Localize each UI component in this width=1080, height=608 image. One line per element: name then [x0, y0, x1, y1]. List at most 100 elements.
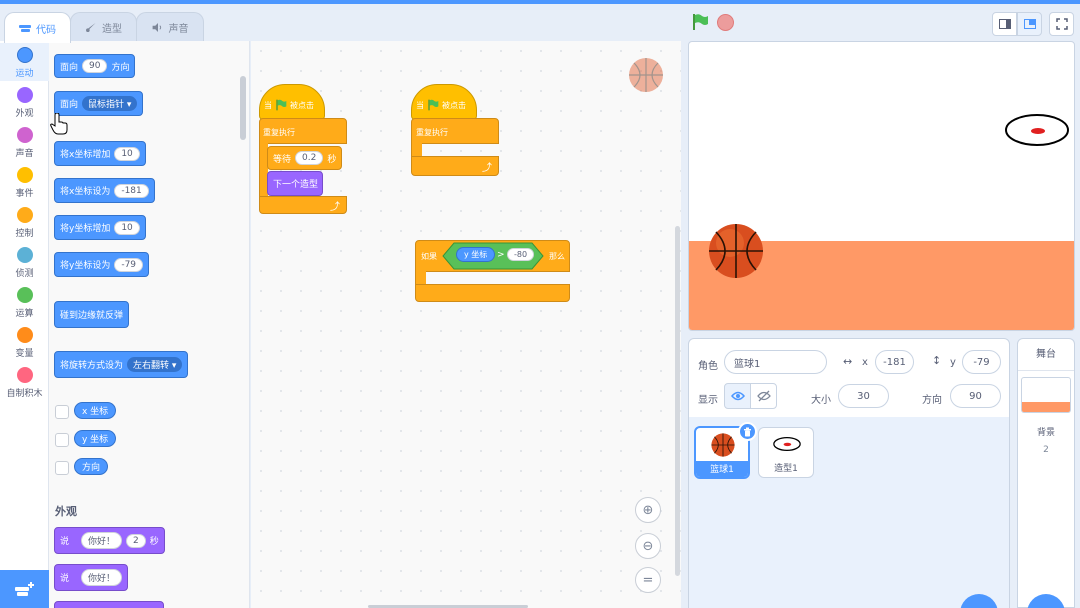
stage[interactable] — [688, 41, 1075, 331]
reporter-x-position[interactable]: x 坐标 — [74, 402, 117, 419]
small-stage-button[interactable] — [992, 12, 1017, 36]
backdrop-label: 背景 — [1036, 428, 1055, 438]
block-text: 当 — [264, 100, 272, 110]
block-input[interactable]: -181 — [114, 183, 149, 198]
category-label: 控制 — [15, 229, 34, 239]
workspace-vertical-scrollbar[interactable] — [675, 226, 680, 576]
block-change-y[interactable]: 将y坐标增加 10 — [54, 215, 146, 240]
basketball-thumbnail — [711, 433, 735, 457]
category-label: 外观 — [15, 109, 34, 119]
block-set-y[interactable]: 将y坐标设为 -79 — [54, 252, 150, 277]
block-dropdown[interactable]: 鼠标指针 ▾ — [82, 96, 138, 111]
tab-code[interactable]: 代码 — [4, 12, 71, 43]
category-control[interactable]: 控制 — [0, 207, 49, 239]
block-dropdown[interactable]: 左右翻转 ▾ — [127, 357, 183, 372]
sprite-tile-costume[interactable]: 造型1 — [758, 427, 814, 478]
block-input[interactable]: 你好！ — [81, 532, 123, 549]
small-stage-icon — [998, 19, 1011, 29]
category-dot-icon — [16, 127, 33, 143]
checkbox-direction[interactable] — [55, 461, 69, 475]
block-text: 当 — [416, 100, 424, 110]
y-position-field[interactable]: -79 — [962, 350, 1001, 374]
checkbox-y-position[interactable] — [55, 433, 69, 447]
vertical-arrows-icon: ↕ — [932, 354, 942, 367]
hat-block-flag-2[interactable]: 当 被点击 — [411, 84, 477, 120]
category-motion[interactable]: 运动 — [0, 43, 49, 81]
block-text: 将x坐标设为 — [60, 187, 111, 197]
block-input[interactable]: 你好！ — [81, 569, 123, 586]
category-sound[interactable]: 声音 — [0, 126, 49, 159]
category-sensing[interactable]: 侦测 — [0, 247, 49, 279]
block-input[interactable]: 2 — [126, 533, 146, 548]
category-dot-icon — [16, 247, 33, 263]
green-flag-button[interactable] — [691, 13, 709, 31]
checkbox-x-position[interactable] — [55, 405, 69, 419]
looks-section-heading: 外观 — [55, 505, 77, 518]
block-point-in-direction[interactable]: 面向 90 方向 — [54, 54, 136, 78]
category-looks[interactable]: 外观 — [0, 85, 49, 119]
zoom-reset-button[interactable]: = — [635, 567, 661, 593]
zoom-in-button[interactable]: ⊕ — [635, 497, 661, 523]
block-wait[interactable]: 等待 0.2 秒 — [267, 146, 343, 170]
backdrop-thumbnail[interactable] — [1021, 377, 1071, 413]
reporter-y-position-in-condition[interactable]: y 坐标 — [456, 247, 496, 262]
forever-foot-2: ⤴ — [411, 156, 499, 176]
block-input[interactable]: 10 — [114, 220, 140, 235]
block-text: 等待 — [273, 154, 292, 165]
block-set-x[interactable]: 将x坐标设为 -181 — [54, 178, 155, 203]
block-input[interactable]: 0.2 — [295, 151, 324, 165]
delete-sprite-button[interactable] — [738, 422, 757, 441]
show-visible-button[interactable] — [724, 383, 751, 409]
size-value: 30 — [857, 390, 870, 402]
block-set-rotation-style[interactable]: 将旋转方式设为 左右翻转 ▾ — [54, 351, 189, 378]
block-input[interactable]: -79 — [114, 257, 144, 272]
stop-button[interactable] — [717, 14, 734, 31]
condition-value-input[interactable]: -80 — [507, 248, 535, 261]
block-input[interactable]: 90 — [82, 59, 108, 73]
zoom-out-button[interactable]: ⊖ — [635, 533, 661, 559]
backdrop-thumbnail-ground — [1022, 402, 1070, 412]
category-my-blocks[interactable]: 自制积木 — [0, 367, 49, 399]
block-text: 碰到边缘就反弹 — [60, 311, 124, 321]
reporter-direction[interactable]: 方向 — [74, 458, 109, 475]
hat-block-flag[interactable]: 当 被点击 — [259, 84, 325, 120]
direction-value: 90 — [969, 390, 982, 402]
block-input[interactable]: 10 — [114, 146, 140, 161]
top-menu-strip — [0, 0, 1080, 4]
category-events[interactable]: 事件 — [0, 166, 49, 199]
add-extension-button[interactable] — [0, 570, 49, 608]
tab-sounds[interactable]: 声音 — [136, 12, 204, 42]
block-change-x[interactable]: 将x坐标增加 10 — [54, 141, 146, 166]
normal-stage-button[interactable] — [1017, 12, 1042, 36]
block-text: 秒 — [327, 154, 337, 165]
block-bounce-on-edge[interactable]: 碰到边缘就反弹 — [54, 301, 130, 328]
x-position-value: -181 — [883, 356, 906, 368]
tab-costumes-label: 造型 — [102, 24, 122, 35]
horizontal-arrows-icon: ↔ — [843, 355, 853, 368]
x-position-field[interactable]: -181 — [875, 350, 914, 374]
forever-block-2[interactable]: 重复执行 — [411, 118, 499, 144]
show-hidden-button[interactable] — [750, 383, 777, 409]
speaker-icon — [152, 23, 161, 32]
block-next-costume[interactable]: 下一个造型 — [267, 171, 323, 196]
category-dot-icon — [16, 287, 33, 303]
forever-block[interactable]: 重复执行 — [259, 118, 347, 144]
dropdown-value: 左右翻转 — [133, 361, 170, 371]
category-variables[interactable]: 变量 — [0, 327, 49, 359]
category-operators[interactable]: 运算 — [0, 287, 49, 319]
fullscreen-button[interactable] — [1049, 12, 1074, 36]
sprite-name-field[interactable]: 篮球1 — [724, 350, 827, 374]
stage-sprite-basketball[interactable] — [708, 223, 764, 279]
tab-costumes[interactable]: 造型 — [70, 12, 137, 42]
size-field[interactable]: 30 — [838, 384, 889, 408]
direction-field[interactable]: 90 — [950, 384, 1001, 408]
block-say[interactable]: 说 你好！ — [54, 564, 129, 591]
reporter-y-position[interactable]: y 坐标 — [74, 430, 117, 447]
stage-selector-panel[interactable]: 舞台 背景 2 — [1017, 338, 1075, 608]
block-partial[interactable] — [54, 601, 164, 608]
stage-sprite-hoop[interactable] — [1004, 113, 1070, 147]
palette-scrollbar[interactable] — [240, 76, 246, 140]
category-dot-icon — [16, 167, 33, 183]
block-say-for-secs[interactable]: 说 你好！ 2 秒 — [54, 527, 165, 554]
backdrop-count: 2 — [1043, 445, 1049, 455]
